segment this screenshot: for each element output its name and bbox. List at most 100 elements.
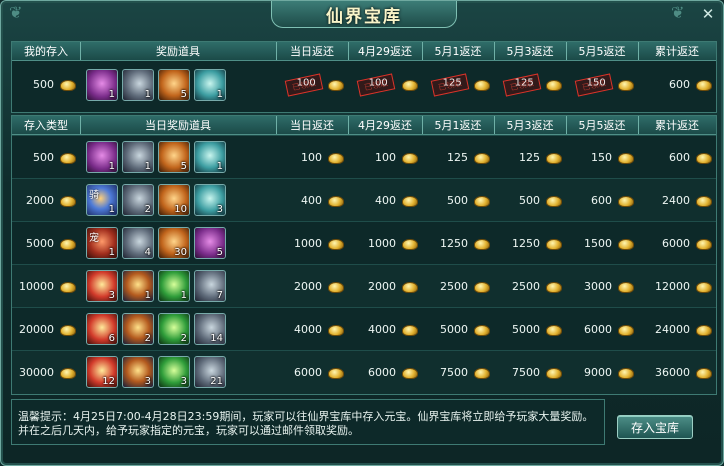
gold-ingot-icon [60, 196, 76, 207]
amount-value: 3000 [584, 280, 612, 293]
amount-value: 100 [301, 151, 322, 164]
amount-value: 600 [669, 151, 690, 164]
purple-orb-item-icon[interactable]: 1 [86, 69, 118, 101]
amount-value: 7500 [512, 366, 540, 379]
column-divider [494, 42, 495, 60]
gold-ingot-icon [696, 153, 712, 164]
deposit-button[interactable]: 存入宝库 [617, 415, 693, 439]
item-count: 5 [180, 161, 187, 172]
amount-value: 7500 [440, 366, 468, 379]
stone-item-icon[interactable]: 21 [194, 356, 226, 388]
column-header: 5月3返还 [506, 45, 554, 58]
amount-value: 5000 [512, 323, 540, 336]
close-icon[interactable]: ✕ [699, 5, 717, 23]
gift-box-item-icon[interactable]: 6 [86, 313, 118, 345]
tier-row: 500 1 1 5 1 100 100 125 125 150 600 [12, 135, 716, 179]
tier-row: 5000 宠 1 4 30 5 1000 1000 1250 1250 1500 6000 [12, 221, 716, 265]
amount-value: 100 [375, 151, 396, 164]
orange-orb-item-icon[interactable]: 5 [158, 69, 190, 101]
amount-value: 6000 [584, 323, 612, 336]
column-header: 5月5返还 [578, 119, 626, 132]
gold-ingot-icon [60, 239, 76, 250]
green-crystal-item-icon[interactable]: 3 [158, 356, 190, 388]
item-count: 10 [174, 204, 187, 215]
gift-box-item-icon[interactable]: 3 [86, 270, 118, 302]
amount-value: 1250 [440, 237, 468, 250]
gold-ingot-icon [546, 325, 562, 336]
gold-ingot-icon [618, 282, 634, 293]
feather-item-icon[interactable]: 1 [122, 270, 154, 302]
scroll-item-icon[interactable]: 1 [194, 141, 226, 173]
mount-item-icon[interactable]: 骑1 [86, 184, 118, 216]
gold-ingot-icon [696, 325, 712, 336]
amount-value: 2000 [294, 280, 322, 293]
claimed-stamp: 已领取 100 [356, 73, 396, 97]
column-header: 当日返还 [290, 45, 334, 58]
green-crystal-item-icon[interactable]: 2 [158, 313, 190, 345]
gold-ingot-icon [696, 80, 712, 91]
scroll-item-icon[interactable]: 3 [194, 184, 226, 216]
item-count: 1 [144, 161, 151, 172]
column-divider [80, 42, 81, 60]
item-count: 2 [144, 333, 151, 344]
stone-item-icon[interactable]: 14 [194, 313, 226, 345]
amount-value: 24000 [655, 323, 690, 336]
column-divider [638, 116, 639, 134]
column-header: 4月29返还 [358, 119, 412, 132]
reward-items: 3 1 1 7 [86, 270, 226, 302]
stone-item-icon[interactable]: 4 [122, 227, 154, 259]
gold-ingot-icon [618, 196, 634, 207]
deposit-tiers-panel: 存入类型 当日奖励道具 当日返还 4月29返还 5月1返还 5月3返还 5月5返还 累计返还 … [11, 115, 717, 395]
stone-item-icon[interactable]: 7 [194, 270, 226, 302]
gold-ingot-icon [328, 153, 344, 164]
amount-value: 2500 [440, 280, 468, 293]
gold-ingot-icon [618, 80, 634, 91]
gold-ingot-icon [474, 196, 490, 207]
gold-ingot-icon [328, 196, 344, 207]
stone-item-icon[interactable]: 2 [122, 184, 154, 216]
pet-item-icon[interactable]: 宠1 [86, 227, 118, 259]
amount-value: 2000 [26, 194, 54, 207]
feather-item-icon[interactable]: 2 [122, 313, 154, 345]
gold-ingot-icon [696, 239, 712, 250]
green-crystal-item-icon[interactable]: 1 [158, 270, 190, 302]
claimed-stamp: 已领取 125 [430, 73, 470, 97]
amount-value: 125 [519, 151, 540, 164]
purple-orb-item-icon[interactable]: 5 [194, 227, 226, 259]
gold-ingot-icon [618, 153, 634, 164]
column-header: 5月3返还 [506, 119, 554, 132]
tier-row: 10000 3 1 1 7 2000 2000 2500 2500 3000 12000 [12, 264, 716, 308]
my-deposit-data-row: 500 1 1 5 1 已领取 100 已领取 100 已领取 125 已领取 125 已领取 150 600 [12, 61, 716, 107]
feather-item-icon[interactable]: 3 [122, 356, 154, 388]
window-title: 仙界宝库 [326, 6, 402, 27]
item-count: 3 [216, 204, 223, 215]
gold-ingot-icon [546, 368, 562, 379]
gold-ingot-icon [696, 282, 712, 293]
stone-item-icon[interactable]: 1 [122, 69, 154, 101]
gold-ingot-icon [474, 282, 490, 293]
item-count: 30 [174, 247, 187, 258]
column-header: 当日奖励道具 [145, 119, 211, 132]
scroll-item-icon[interactable]: 1 [194, 69, 226, 101]
orange-orb-item-icon[interactable]: 30 [158, 227, 190, 259]
stone-item-icon[interactable]: 1 [122, 141, 154, 173]
title-bar[interactable]: ❦ 仙界宝库 ❦ ✕ [1, 1, 723, 31]
gift-box-item-icon[interactable]: 12 [86, 356, 118, 388]
column-divider [422, 116, 423, 134]
amount-value: 4000 [368, 323, 396, 336]
amount-value: 400 [375, 194, 396, 207]
item-tag: 骑 [89, 190, 99, 201]
amount-value: 1000 [368, 237, 396, 250]
item-count: 1 [216, 161, 223, 172]
item-count: 1 [108, 89, 115, 100]
return-value: 125 [514, 77, 534, 89]
purple-orb-item-icon[interactable]: 1 [86, 141, 118, 173]
gold-ingot-icon [402, 282, 418, 293]
orange-orb-item-icon[interactable]: 10 [158, 184, 190, 216]
corner-ornament-icon: ❦ [9, 3, 23, 22]
orange-orb-item-icon[interactable]: 5 [158, 141, 190, 173]
gold-ingot-icon [328, 325, 344, 336]
amount-value: 9000 [584, 366, 612, 379]
gold-ingot-icon [328, 239, 344, 250]
reward-items: 12 3 3 21 [86, 356, 226, 388]
